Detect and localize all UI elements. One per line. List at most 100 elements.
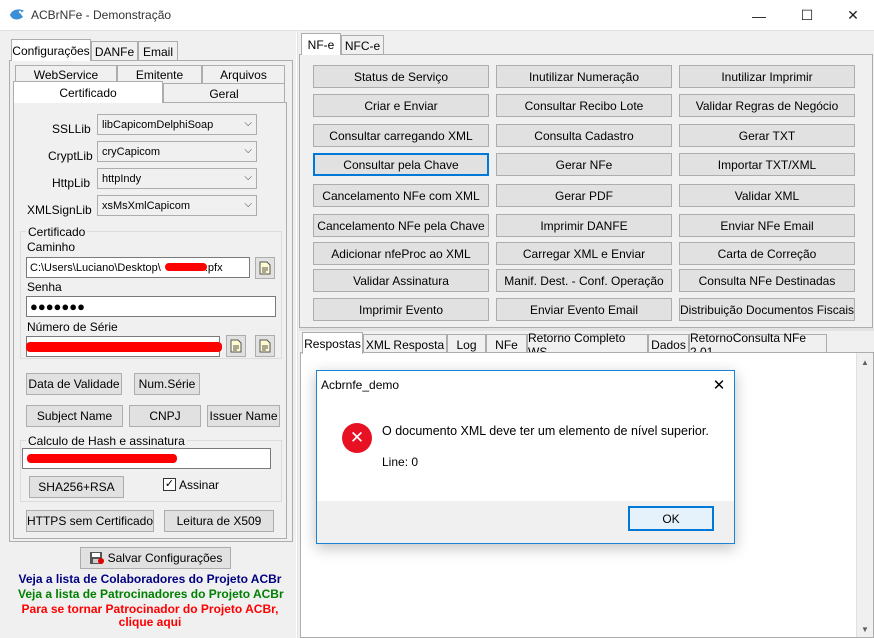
tab-nfce[interactable]: NFC-e [341, 35, 384, 55]
nfe-action-button[interactable]: Manif. Dest. - Conf. Operação [496, 269, 672, 292]
nfe-action-button[interactable]: Consultar Recibo Lote [496, 94, 672, 117]
num-serie-button[interactable]: Num.Série [134, 373, 200, 395]
ssllib-select[interactable]: libCapicomDelphiSoap ⌵ [97, 114, 257, 135]
tornar-patrocinador-link[interactable]: Para se tornar Patrocinador do Projeto A… [18, 602, 282, 616]
response-tab[interactable]: Retorno Completo WS [527, 331, 648, 359]
browse-file-icon[interactable] [255, 257, 275, 279]
clique-aqui-link[interactable]: clique aqui [18, 615, 282, 629]
ssllib-value: libCapicomDelphiSoap [102, 118, 214, 131]
data-validade-button[interactable]: Data de Validade [26, 373, 122, 395]
scroll-up-icon[interactable]: ▲ [861, 358, 869, 367]
leitura-x509-button[interactable]: Leitura de X509 [164, 510, 274, 532]
splitter-vertical[interactable] [296, 31, 298, 638]
chevron-down-icon: ⌵ [244, 118, 252, 129]
nfe-action-button[interactable]: Enviar NFe Email [679, 214, 855, 237]
https-sem-certificado-button[interactable]: HTTPS sem Certificado [26, 510, 154, 532]
tab-configuracoes[interactable]: Configurações [11, 39, 91, 61]
nfe-action-button[interactable]: Consulta Cadastro [496, 124, 672, 147]
tab-danfe[interactable]: DANFe [91, 41, 138, 61]
nfe-action-button[interactable]: Carregar XML e Enviar [496, 242, 672, 265]
dialog-close-button[interactable]: ✕ [703, 371, 735, 399]
nfe-action-button[interactable]: Consulta NFe Destinadas [679, 269, 855, 292]
sha256-rsa-button[interactable]: SHA256+RSA [29, 476, 124, 498]
app-logo-icon [10, 9, 24, 20]
response-tab[interactable]: RetornoConsulta NFe 2.01 [689, 331, 827, 359]
cnpj-button[interactable]: CNPJ [129, 405, 201, 427]
response-tab[interactable]: NFe [486, 334, 527, 354]
nfe-action-button[interactable]: Consultar carregando XML [313, 124, 489, 147]
redaction-mark [27, 454, 177, 463]
close-window-button[interactable]: ✕ [830, 0, 874, 31]
response-tab[interactable]: XML Resposta [363, 334, 447, 354]
patrocinadores-link[interactable]: Veja a lista de Patrocinadores do Projet… [18, 587, 284, 601]
chevron-down-icon: ⌵ [244, 199, 252, 210]
salvar-label: Salvar Configurações [107, 551, 223, 565]
chevron-down-icon: ⌵ [244, 145, 252, 156]
httplib-value: httpIndy [102, 172, 142, 185]
colaboradores-link[interactable]: Veja a lista de Colaboradores do Projeto… [18, 572, 282, 586]
nfe-action-button[interactable]: Cancelamento NFe com XML [313, 184, 489, 207]
issuer-name-button[interactable]: Issuer Name [207, 405, 280, 427]
response-scrollbar[interactable]: ▲ ▼ [856, 353, 873, 637]
hash-group-label: Calculo de Hash e assinatura [26, 434, 187, 448]
senha-label: Senha [27, 280, 62, 294]
xmlsignlib-label: XMLSignLib [27, 203, 92, 217]
caminho-suffix: .pfx [204, 261, 223, 274]
nfe-action-button[interactable]: Adicionar nfeProc ao XML [313, 242, 489, 265]
tab-geral[interactable]: Geral [163, 83, 285, 103]
senha-input[interactable]: ●●●●●●● [26, 296, 276, 317]
tab-certificado[interactable]: Certificado [13, 81, 163, 103]
redaction-mark [165, 263, 207, 271]
nfe-action-button[interactable]: Importar TXT/XML [679, 153, 855, 176]
tab-email[interactable]: Email [138, 41, 178, 61]
subject-name-button[interactable]: Subject Name [26, 405, 123, 427]
nfe-action-button[interactable]: Gerar PDF [496, 184, 672, 207]
nfe-action-button[interactable]: Inutilizar Imprimir [679, 65, 855, 88]
maximize-button[interactable]: ☐ [784, 0, 830, 31]
nfe-action-button[interactable]: Imprimir DANFE [496, 214, 672, 237]
nfe-action-button[interactable]: Validar XML [679, 184, 855, 207]
nfe-action-button[interactable]: Consultar pela Chave [313, 153, 489, 176]
ssllib-label: SSLLib [52, 122, 91, 136]
caminho-input[interactable]: C:\Users\Luciano\Desktop\ .pfx [26, 257, 250, 278]
nfe-action-button[interactable]: Imprimir Evento [313, 298, 489, 321]
nfe-action-button[interactable]: Gerar TXT [679, 124, 855, 147]
numero-serie-label: Número de Série [27, 320, 118, 334]
select-certificate-icon[interactable] [226, 335, 246, 357]
response-tab[interactable]: Respostas [302, 332, 363, 354]
nfe-action-button[interactable]: Gerar NFe [496, 153, 672, 176]
cryptlib-label: CryptLib [48, 149, 93, 163]
nfe-action-button[interactable]: Distribuição Documentos Fiscais [679, 298, 855, 321]
nfe-action-button[interactable]: Status de Serviço [313, 65, 489, 88]
nfe-action-button[interactable]: Validar Regras de Negócio [679, 94, 855, 117]
certificate-info-icon[interactable] [255, 335, 275, 357]
cryptlib-value: cryCapicom [102, 145, 161, 158]
xmlsignlib-value: xsMsXmlCapicom [102, 199, 191, 212]
salvar-configuracoes-button[interactable]: Salvar Configurações [80, 547, 231, 569]
tab-nfe[interactable]: NF-e [301, 33, 341, 55]
nfe-action-button[interactable]: Inutilizar Numeração [496, 65, 672, 88]
dialog-footer: OK [317, 501, 734, 543]
dialog-message: O documento XML deve ter um elemento de … [382, 424, 709, 438]
minimize-button[interactable]: — [736, 0, 782, 31]
assinar-checkbox[interactable]: ✓ [163, 478, 176, 491]
scroll-down-icon[interactable]: ▼ [861, 625, 869, 634]
nfe-action-button[interactable]: Validar Assinatura [313, 269, 489, 292]
ok-button[interactable]: OK [628, 506, 714, 531]
dialog-line: Line: 0 [382, 455, 419, 469]
certificado-group-label: Certificado [26, 225, 88, 239]
response-tab[interactable]: Dados [648, 334, 689, 354]
dialog-title: Acbrnfe_demo [321, 378, 400, 392]
window-title: ACBrNFe - Demonstração [31, 8, 172, 22]
xmlsignlib-select[interactable]: xsMsXmlCapicom ⌵ [97, 195, 257, 216]
nfe-action-button[interactable]: Carta de Correção [679, 242, 855, 265]
title-bar: ACBrNFe - Demonstração — ☐ ✕ [0, 0, 874, 31]
cryptlib-select[interactable]: cryCapicom ⌵ [97, 141, 257, 162]
httplib-select[interactable]: httpIndy ⌵ [97, 168, 257, 189]
response-tab[interactable]: Log [447, 334, 486, 354]
nfe-action-button[interactable]: Cancelamento NFe pela Chave [313, 214, 489, 237]
nfe-action-button[interactable]: Enviar Evento Email [496, 298, 672, 321]
tab-arquivos[interactable]: Arquivos [202, 65, 285, 83]
error-dialog: Acbrnfe_demo ✕ ✕ O documento XML deve te… [316, 370, 735, 544]
nfe-action-button[interactable]: Criar e Enviar [313, 94, 489, 117]
